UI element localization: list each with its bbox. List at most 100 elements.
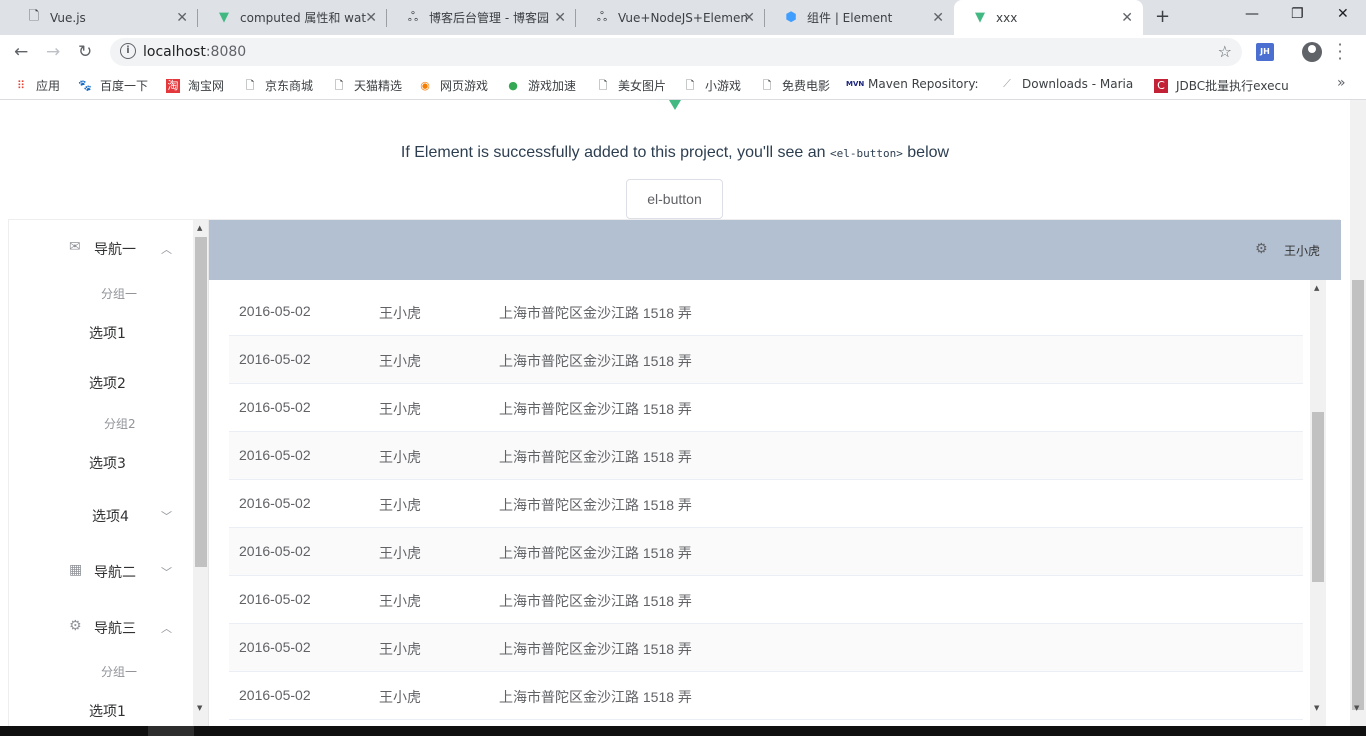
- taskbar-item[interactable]: [148, 726, 194, 736]
- page-icon: 🗋: [245, 78, 255, 92]
- chevron-right-double-icon[interactable]: »: [1337, 75, 1346, 91]
- cnblogs-icon: ஃ: [407, 9, 419, 25]
- menu-submenu-option4[interactable]: 选项4 ﹀: [9, 492, 193, 544]
- bookmark-minigame[interactable]: 🗋 小游戏: [683, 77, 741, 94]
- page-scrollbar[interactable]: ▼: [1350, 100, 1366, 726]
- close-icon[interactable]: ✕: [554, 10, 566, 26]
- bookmark-pictures[interactable]: 🗋 美女图片: [596, 77, 666, 94]
- close-icon[interactable]: ✕: [365, 10, 377, 26]
- bookmark-tmall[interactable]: 🗋 天猫精选: [332, 77, 402, 94]
- game-accel-icon: ●: [508, 78, 518, 92]
- setting-icon[interactable]: ⚙: [1255, 241, 1268, 257]
- table-cell-name: 王小虎: [379, 545, 421, 561]
- bookmark-label: 免费电影: [782, 79, 831, 93]
- scroll-up-icon[interactable]: ▲: [1314, 284, 1319, 292]
- table-row[interactable]: 2016-05-02 王小虎 上海市普陀区金沙江路 1518 弄: [229, 288, 1303, 336]
- table-cell-date: 2016-05-02: [239, 543, 311, 559]
- table-row[interactable]: 2016-05-02 王小虎 上海市普陀区金沙江路 1518 弄: [229, 624, 1303, 672]
- chevron-up-icon: ︿: [161, 243, 172, 256]
- table-cell-name: 王小虎: [379, 593, 421, 609]
- table-row[interactable]: 2016-05-02 王小虎 上海市普陀区金沙江路 1518 弄: [229, 528, 1303, 576]
- menu-item-label: 选项1: [89, 326, 126, 342]
- table-cell-date: 2016-05-02: [239, 687, 311, 703]
- table-row[interactable]: 2016-05-02 王小虎 上海市普陀区金沙江路 1518 弄: [229, 480, 1303, 528]
- sidebar: ✉ 导航一 ︿ 分组一 选项1 选项2 分组2 选项3 选项4 ﹀ ▦ 导航二: [9, 220, 209, 726]
- table-cell-name: 王小虎: [379, 689, 421, 705]
- bookmark-apps[interactable]: ⠿ 应用: [14, 77, 60, 94]
- menu-icon[interactable]: · · ·: [1336, 37, 1344, 67]
- restore-icon[interactable]: ❐: [1291, 6, 1304, 22]
- menu-item-option2[interactable]: 选项2: [9, 360, 193, 410]
- url-text[interactable]: localhost:8080: [143, 44, 246, 60]
- scroll-down-icon[interactable]: ▼: [197, 704, 202, 712]
- back-icon[interactable]: ←: [14, 42, 28, 62]
- profile-icon[interactable]: [1302, 42, 1322, 62]
- table-row[interactable]: 2016-05-02 王小虎 上海市普陀区金沙江路 1518 弄: [229, 432, 1303, 480]
- table-row[interactable]: 2016-05-02 王小虎 上海市普陀区金沙江路 1518 弄: [229, 672, 1303, 720]
- menu-nav1[interactable]: ✉ 导航一 ︿: [9, 220, 193, 276]
- close-icon[interactable]: ✕: [1121, 10, 1133, 26]
- address-bar[interactable]: i localhost:8080 ☆: [110, 38, 1242, 66]
- bookmark-taobao[interactable]: 淘淘宝网: [166, 77, 224, 94]
- bookmark-jd[interactable]: 🗋 京东商城: [243, 77, 313, 94]
- browser-toolbar: ← → ↻ i localhost:8080 ☆ JH · · ·: [0, 35, 1366, 69]
- url-port: :8080: [205, 44, 247, 60]
- extension-icon[interactable]: JH: [1256, 43, 1274, 61]
- table-row[interactable]: 2016-05-02 王小虎 上海市普陀区金沙江路 1518 弄: [229, 576, 1303, 624]
- scroll-up-icon[interactable]: ▲: [197, 224, 202, 232]
- bookmark-maven[interactable]: MVN Maven Repository:: [846, 77, 979, 91]
- table-cell-address: 上海市普陀区金沙江路 1518 弄: [499, 593, 692, 609]
- close-window-icon[interactable]: ✕: [1337, 6, 1349, 22]
- tab-computed[interactable]: ▼ computed 属性和 wat ✕: [198, 0, 387, 35]
- el-button[interactable]: el-button: [626, 179, 723, 219]
- sidebar-scrollbar[interactable]: ▲ ▼: [193, 220, 208, 726]
- bookmark-movies[interactable]: 🗋 免费电影: [760, 77, 830, 94]
- new-tab-icon[interactable]: +: [1155, 6, 1170, 27]
- bookmark-label: 应用: [36, 79, 61, 93]
- bookmark-label: 京东商城: [265, 79, 314, 93]
- hello-text-before: If Element is successfully added to this…: [400, 144, 826, 161]
- bookmark-jdbc[interactable]: C JDBC批量执行execu: [1154, 77, 1289, 94]
- close-icon[interactable]: ✕: [743, 10, 755, 26]
- menu-nav3[interactable]: ⚙ 导航三 ︿: [9, 599, 193, 655]
- bookmark-star-icon[interactable]: ☆: [1218, 42, 1232, 61]
- bookmark-game-accel[interactable]: ● 游戏加速: [506, 77, 576, 94]
- tab-vuejs[interactable]: 🗋 Vue.js ✕: [8, 0, 198, 35]
- reload-icon[interactable]: ↻: [78, 42, 92, 62]
- menu-nav2[interactable]: ▦ 导航二 ﹀: [9, 543, 193, 599]
- bookmark-webgame[interactable]: ◉ 网页游戏: [418, 77, 488, 94]
- menu-item-option3[interactable]: 选项3: [9, 440, 193, 490]
- bookmark-label: Downloads - Maria: [1022, 77, 1134, 91]
- tab-cnblogs-admin[interactable]: ஃ 博客后台管理 - 博客园 ✕: [387, 0, 576, 35]
- forward-icon[interactable]: →: [46, 42, 60, 62]
- message-icon: ✉: [69, 239, 81, 255]
- scrollbar-thumb[interactable]: [195, 237, 207, 567]
- scroll-down-icon[interactable]: ▼: [1354, 704, 1359, 712]
- bookmark-baidu[interactable]: 🐾 百度一下: [78, 77, 148, 94]
- tab-xxx-active[interactable]: ▼ xxx ✕: [954, 0, 1143, 35]
- vue-logo-tip: [669, 100, 681, 110]
- page-icon: 🗋: [598, 78, 608, 92]
- menu-item-nav3-option1[interactable]: 选项1: [9, 688, 193, 726]
- menu-item-label: 选项4: [92, 509, 129, 525]
- scrollbar-thumb[interactable]: [1312, 412, 1324, 582]
- close-icon[interactable]: ✕: [932, 10, 944, 26]
- hello-text-after: below: [907, 144, 950, 161]
- scroll-down-icon[interactable]: ▼: [1314, 704, 1319, 712]
- table-cell-name: 王小虎: [379, 449, 421, 465]
- table-row[interactable]: 2016-05-02 王小虎 上海市普陀区金沙江路 1518 弄: [229, 336, 1303, 384]
- tab-element[interactable]: ⬢ 组件 | Element ✕: [765, 0, 954, 35]
- bookmark-label: 淘宝网: [188, 79, 225, 93]
- user-name: 王小虎: [1284, 244, 1321, 258]
- table-row[interactable]: 2016-05-02 王小虎 上海市普陀区金沙江路 1518 弄: [229, 384, 1303, 432]
- table-cell-address: 上海市普陀区金沙江路 1518 弄: [499, 689, 692, 705]
- minimize-icon[interactable]: —: [1245, 6, 1259, 22]
- tab-vue-nodejs[interactable]: ஃ Vue+NodeJS+Elemen ✕: [576, 0, 765, 35]
- main-scrollbar[interactable]: ▲ ▼: [1310, 280, 1326, 726]
- info-icon[interactable]: i: [120, 43, 136, 59]
- table-cell-name: 王小虎: [379, 497, 421, 513]
- bookmark-mariadb[interactable]: ⟋ Downloads - Maria: [1000, 77, 1133, 91]
- menu-item-option1[interactable]: 选项1: [9, 310, 193, 360]
- close-icon[interactable]: ✕: [176, 10, 188, 26]
- scrollbar-thumb[interactable]: [1352, 280, 1364, 710]
